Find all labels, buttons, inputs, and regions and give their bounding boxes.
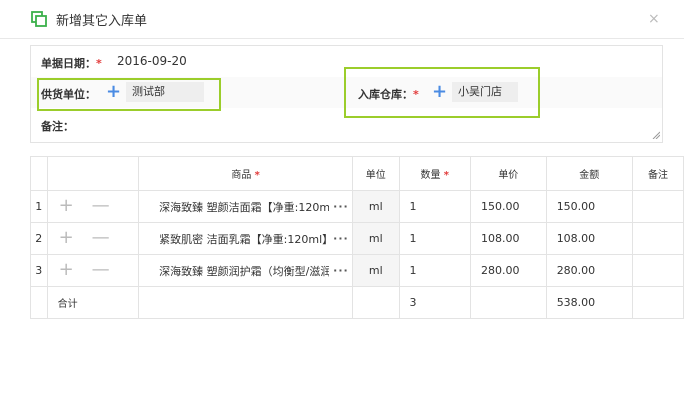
price-cell[interactable]: 108.00	[469, 222, 547, 255]
required-mark: *	[96, 57, 102, 70]
remove-row-icon[interactable]: —	[92, 260, 110, 280]
more-icon[interactable]: ···	[333, 264, 349, 277]
product-cell[interactable]: 深海致臻 塑颜润护霜（均衡型/滋润 ···	[138, 254, 354, 287]
product-cell[interactable]: 紧致肌密 洁面乳霜【净重:120ml】···	[138, 222, 354, 255]
items-table: 商品 * 单位 数量 * 单价 金额 备注 1 + — 深海致臻 塑颜洁面霜【净…	[30, 156, 684, 319]
header-qty: 数量 *	[398, 156, 471, 191]
amount-cell[interactable]: 150.00	[545, 190, 633, 223]
header-price: 单价	[469, 156, 547, 191]
note-cell[interactable]	[631, 254, 684, 287]
unit-cell: ml	[352, 254, 400, 287]
unit-cell: ml	[352, 222, 400, 255]
table-header-row: 商品 * 单位 数量 * 单价 金额 备注	[30, 156, 684, 191]
amount-cell[interactable]: 108.00	[545, 222, 633, 255]
row-index: 1	[30, 190, 48, 223]
add-row-icon[interactable]: +	[59, 260, 74, 280]
date-label: 单据日期：*	[41, 57, 102, 70]
table-row: 2 + — 紧致肌密 洁面乳霜【净重:120ml】··· ml 1 108.00…	[30, 222, 684, 255]
dialog-titlebar: 新增其它入库单 ×	[0, 0, 684, 39]
more-icon[interactable]: ···	[333, 232, 349, 245]
total-amount: 538.00	[545, 286, 633, 319]
header-index	[30, 156, 48, 191]
price-cell[interactable]: 150.00	[469, 190, 547, 223]
product-cell[interactable]: 深海致臻 塑颜洁面霜【净重:120ml···	[138, 190, 354, 223]
table-row: 1 + — 深海致臻 塑颜洁面霜【净重:120ml··· ml 1 150.00…	[30, 190, 684, 223]
qty-cell[interactable]: 1	[398, 222, 471, 255]
total-qty: 3	[398, 286, 471, 319]
resize-handle-icon[interactable]	[652, 131, 660, 139]
header-note: 备注	[631, 156, 684, 191]
total-label: 合计	[46, 286, 140, 319]
supplier-highlight	[37, 78, 221, 111]
header-unit: 单位	[352, 156, 400, 191]
table-row: 3 + — 深海致臻 塑颜润护霜（均衡型/滋润 ··· ml 1 280.00 2…	[30, 254, 684, 287]
row-index: 3	[30, 254, 48, 287]
copy-document-icon	[31, 11, 47, 27]
dialog-title: 新增其它入库单	[56, 14, 148, 29]
add-row-icon[interactable]: +	[59, 196, 74, 216]
header-amount: 金额	[545, 156, 633, 191]
note-cell[interactable]	[631, 222, 684, 255]
warehouse-highlight	[344, 67, 540, 118]
table-total-row: 合计 3 538.00	[30, 286, 684, 319]
more-icon[interactable]: ···	[333, 200, 349, 213]
note-label: 备注：	[41, 120, 74, 133]
qty-cell[interactable]: 1	[398, 190, 471, 223]
price-cell[interactable]: 280.00	[469, 254, 547, 287]
header-actions	[46, 156, 140, 191]
amount-cell[interactable]: 280.00	[545, 254, 633, 287]
header-product: 商品 *	[138, 156, 354, 191]
add-row-icon[interactable]: +	[59, 228, 74, 248]
date-value[interactable]: 2016-09-20	[117, 54, 187, 68]
qty-cell[interactable]: 1	[398, 254, 471, 287]
unit-cell: ml	[352, 190, 400, 223]
note-cell[interactable]	[631, 190, 684, 223]
remove-row-icon[interactable]: —	[92, 196, 110, 216]
close-icon[interactable]: ×	[648, 11, 660, 27]
remove-row-icon[interactable]: —	[92, 228, 110, 248]
row-index: 2	[30, 222, 48, 255]
